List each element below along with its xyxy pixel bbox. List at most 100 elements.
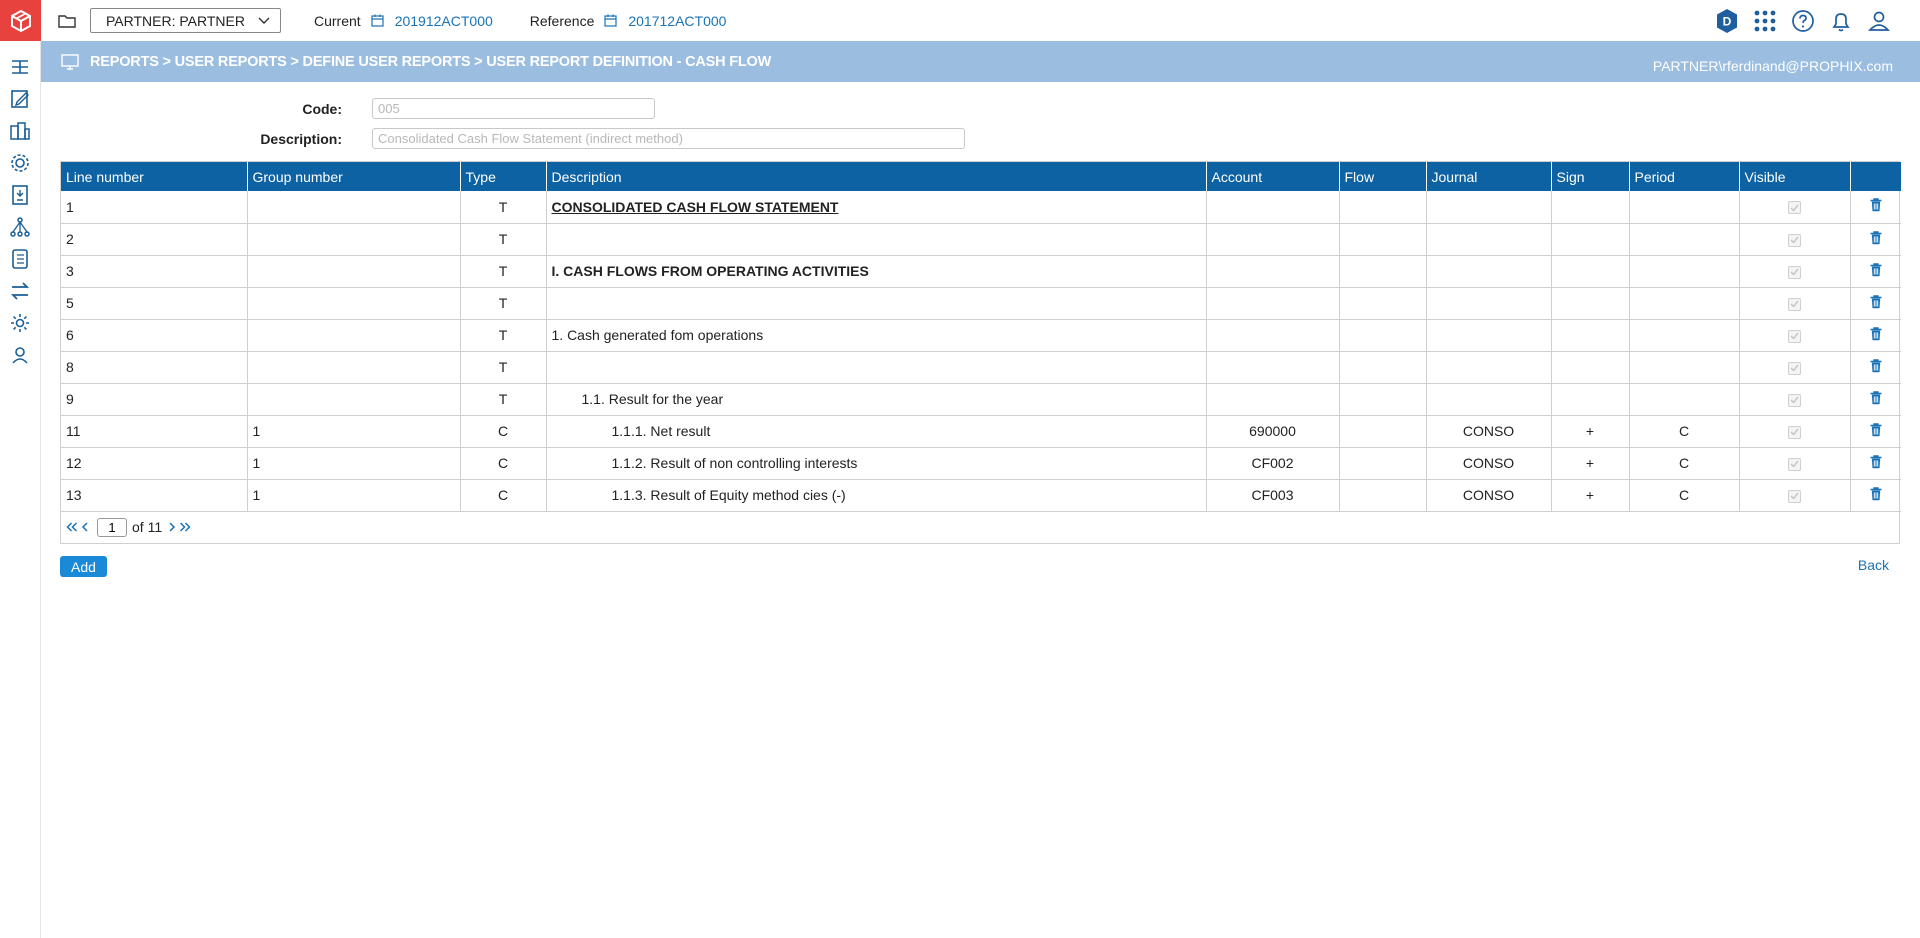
notification-bell-icon[interactable]	[1828, 8, 1854, 34]
cell-line-number[interactable]: 13	[61, 479, 248, 512]
back-link[interactable]: Back	[1858, 557, 1889, 573]
cell-account[interactable]: 690000	[1206, 415, 1340, 448]
cell-line-number[interactable]: 2	[61, 223, 248, 256]
cell-description[interactable]: 1.1.3. Result of Equity method cies (-)	[546, 479, 1207, 512]
col-header-account[interactable]: Account	[1206, 162, 1340, 191]
hierarchy-icon[interactable]	[8, 215, 32, 239]
cell-journal[interactable]	[1426, 287, 1552, 320]
cell-flow[interactable]	[1339, 447, 1427, 480]
cell-description[interactable]	[546, 351, 1207, 384]
folder-icon[interactable]	[58, 11, 78, 31]
cell-line-number[interactable]: 11	[61, 415, 248, 448]
visible-checkbox[interactable]	[1788, 329, 1801, 343]
cell-sign[interactable]: +	[1551, 447, 1630, 480]
table-row[interactable]: 13 1 C 1.1.3. Result of Equity method ci…	[61, 479, 1901, 512]
cell-line-number[interactable]: 1	[61, 191, 248, 224]
cell-type[interactable]: T	[460, 191, 547, 224]
help-icon[interactable]	[1790, 8, 1816, 34]
entities-icon[interactable]	[8, 119, 32, 143]
delete-row-button[interactable]	[1870, 230, 1882, 245]
cell-period[interactable]: C	[1629, 479, 1740, 512]
cell-group-number[interactable]	[247, 191, 461, 224]
col-header-journal[interactable]: Journal	[1426, 162, 1552, 191]
cell-type[interactable]: T	[460, 255, 547, 288]
cell-type[interactable]: C	[460, 415, 547, 448]
cell-journal[interactable]	[1426, 191, 1552, 224]
cell-account[interactable]: CF002	[1206, 447, 1340, 480]
page-number-input[interactable]	[97, 517, 127, 537]
cell-description[interactable]: 1.1.2. Result of non controlling interes…	[546, 447, 1207, 480]
calendar-icon[interactable]	[371, 14, 385, 28]
cell-group-number[interactable]	[247, 351, 461, 384]
cell-journal[interactable]	[1426, 319, 1552, 352]
product-badge-icon[interactable]: D	[1714, 8, 1740, 34]
col-header-visible[interactable]: Visible	[1739, 162, 1851, 191]
cell-journal[interactable]	[1426, 383, 1552, 416]
cell-flow[interactable]	[1339, 191, 1427, 224]
cell-sign[interactable]: +	[1551, 479, 1630, 512]
visible-checkbox[interactable]	[1788, 425, 1801, 439]
cell-group-number[interactable]	[247, 255, 461, 288]
cell-type[interactable]: T	[460, 319, 547, 352]
visible-checkbox[interactable]	[1788, 361, 1801, 375]
cell-flow[interactable]	[1339, 351, 1427, 384]
delete-row-button[interactable]	[1870, 198, 1882, 212]
app-logo[interactable]	[0, 0, 41, 41]
next-page-button[interactable]	[168, 522, 176, 532]
delete-row-button[interactable]	[1870, 326, 1882, 341]
cell-line-number[interactable]: 3	[61, 255, 248, 288]
transfer-arrows-icon[interactable]	[8, 279, 32, 303]
cell-period[interactable]: C	[1629, 447, 1740, 480]
delete-row-button[interactable]	[1870, 358, 1882, 373]
cell-description[interactable]: CONSOLIDATED CASH FLOW STATEMENT	[546, 191, 1207, 224]
cell-account[interactable]	[1206, 287, 1340, 320]
cell-account[interactable]: CF003	[1206, 479, 1340, 512]
visible-checkbox[interactable]	[1788, 393, 1801, 407]
visible-checkbox[interactable]	[1788, 297, 1801, 311]
table-row[interactable]: 5 T	[61, 287, 1901, 320]
visible-checkbox[interactable]	[1788, 233, 1801, 247]
col-header-line-number[interactable]: Line number	[61, 162, 248, 191]
cell-sign[interactable]: +	[1551, 415, 1630, 448]
last-page-button[interactable]	[179, 522, 191, 532]
cell-group-number[interactable]: 1	[247, 479, 461, 512]
data-entry-icon[interactable]	[8, 183, 32, 207]
col-header-description[interactable]: Description	[546, 162, 1207, 191]
code-input[interactable]	[372, 98, 655, 119]
table-row[interactable]: 9 T 1.1. Result for the year	[61, 383, 1901, 416]
cell-journal[interactable]	[1426, 223, 1552, 256]
cell-group-number[interactable]	[247, 223, 461, 256]
cell-line-number[interactable]: 6	[61, 319, 248, 352]
cell-group-number[interactable]	[247, 383, 461, 416]
cell-description[interactable]	[546, 223, 1207, 256]
cell-journal[interactable]: CONSO	[1426, 447, 1552, 480]
cell-flow[interactable]	[1339, 255, 1427, 288]
cell-account[interactable]	[1206, 223, 1340, 256]
cell-journal[interactable]: CONSO	[1426, 479, 1552, 512]
table-row[interactable]: 1 T CONSOLIDATED CASH FLOW STATEMENT	[61, 191, 1901, 224]
first-page-button[interactable]	[66, 522, 78, 532]
current-period-link[interactable]: 201912ACT000	[395, 13, 493, 29]
admin-user-icon[interactable]	[8, 343, 32, 367]
cell-period[interactable]	[1629, 191, 1740, 224]
visible-checkbox[interactable]	[1788, 265, 1801, 279]
description-input[interactable]	[372, 128, 965, 149]
settings-icon[interactable]	[8, 311, 32, 335]
delete-row-button[interactable]	[1870, 390, 1882, 405]
table-row[interactable]: 6 T 1. Cash generated fom operations	[61, 319, 1901, 352]
cell-sign[interactable]	[1551, 191, 1630, 224]
cell-type[interactable]: T	[460, 351, 547, 384]
cell-period[interactable]: C	[1629, 415, 1740, 448]
table-row[interactable]: 2 T	[61, 223, 1901, 256]
delete-row-button[interactable]	[1870, 454, 1882, 469]
cell-type[interactable]: T	[460, 223, 547, 256]
cell-type[interactable]: T	[460, 287, 547, 320]
col-header-flow[interactable]: Flow	[1339, 162, 1427, 191]
cell-type[interactable]: T	[460, 383, 547, 416]
cell-flow[interactable]	[1339, 479, 1427, 512]
delete-row-button[interactable]	[1870, 422, 1882, 437]
delete-row-button[interactable]	[1870, 294, 1882, 309]
col-header-group-number[interactable]: Group number	[247, 162, 461, 191]
cell-account[interactable]	[1206, 383, 1340, 416]
cell-journal[interactable]	[1426, 255, 1552, 288]
